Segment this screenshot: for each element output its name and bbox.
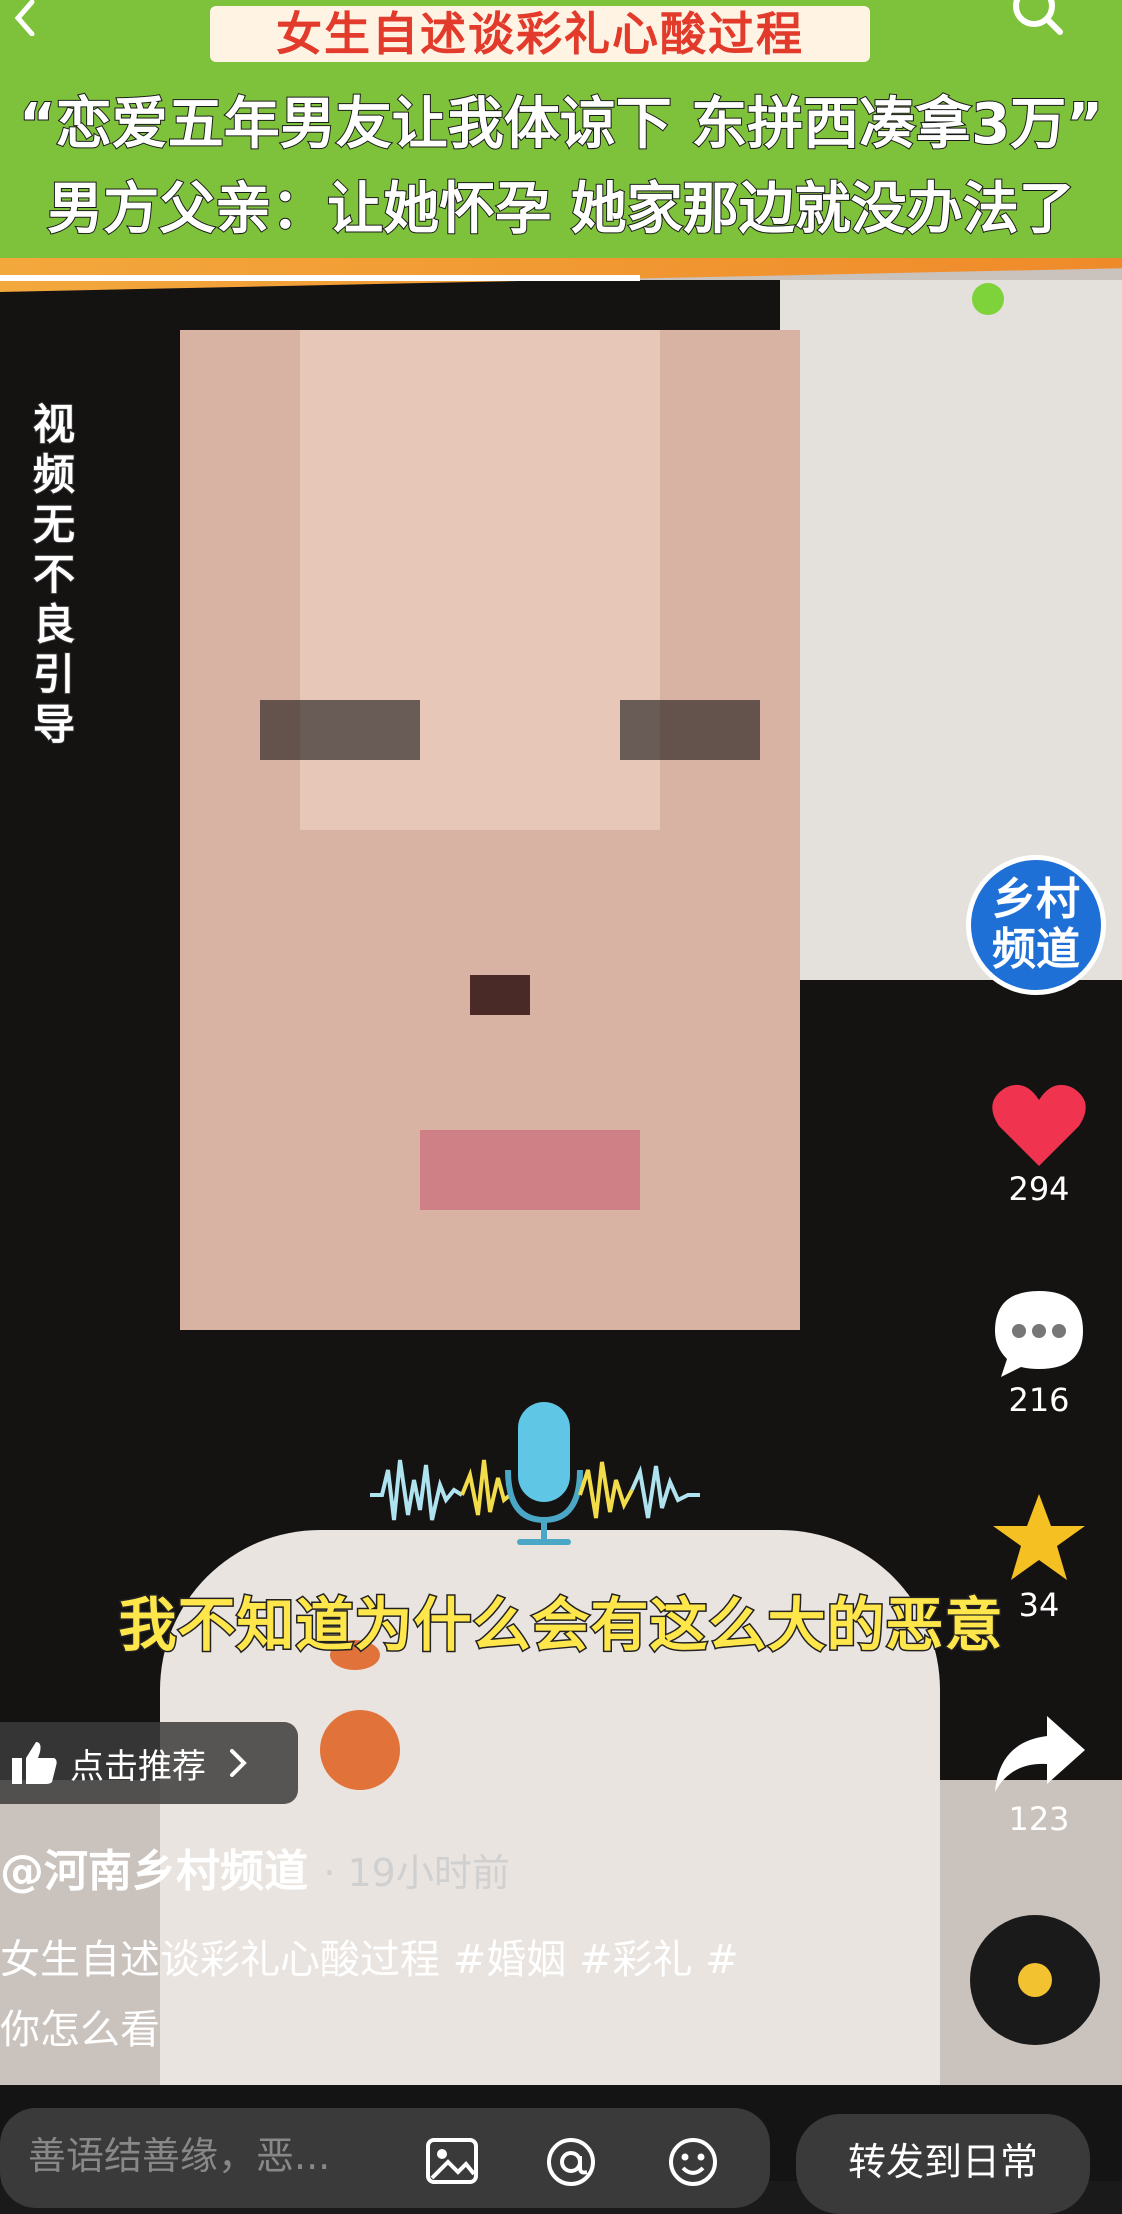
banner-line-1: “恋爱五年男友让我体谅下 东拼西凑拿3万” bbox=[18, 91, 1104, 158]
mosaic-mouth bbox=[420, 1130, 640, 1210]
shirt-dot bbox=[320, 1710, 400, 1790]
share-icon bbox=[995, 1716, 1085, 1792]
like-button[interactable]: 294 bbox=[984, 1080, 1094, 1208]
back-icon[interactable] bbox=[8, 0, 44, 36]
like-count: 294 bbox=[1008, 1170, 1070, 1208]
recommend-label: 点击推荐 bbox=[70, 1746, 206, 1787]
post-time: 19小时前 bbox=[347, 1851, 510, 1895]
star-icon bbox=[993, 1494, 1085, 1580]
comment-button[interactable]: 216 bbox=[984, 1285, 1094, 1419]
banner-line-2: 男方父亲：让她怀孕 她家那边就没办法了 bbox=[46, 176, 1076, 243]
description-line-2: 你怎么看 bbox=[0, 2007, 160, 2053]
video-progress-bar[interactable] bbox=[0, 275, 640, 281]
mosaic-eye-left bbox=[260, 700, 420, 760]
emoji-icon[interactable] bbox=[665, 2134, 721, 2190]
comment-count: 216 bbox=[1008, 1381, 1070, 1419]
title-banner: 女生自述谈彩礼心酸过程 “恋爱五年男友让我体谅下 东拼西凑拿3万” 男方父亲：让… bbox=[0, 0, 1122, 258]
recommend-button[interactable]: 点击推荐 bbox=[0, 1722, 298, 1804]
music-disc-icon[interactable] bbox=[970, 1915, 1100, 2045]
share-button[interactable]: 123 bbox=[984, 1710, 1094, 1838]
video-subtitle: 我不知道为什么会有这么大的恶意 bbox=[117, 1590, 1004, 1661]
search-icon[interactable] bbox=[1004, 0, 1064, 44]
chevron-right-icon bbox=[230, 1749, 247, 1777]
mosaic-eye-right bbox=[620, 700, 760, 760]
at-icon[interactable] bbox=[543, 2134, 599, 2190]
status-dot bbox=[972, 283, 1004, 315]
author-name[interactable]: @河南乡村频道 bbox=[0, 1846, 308, 1897]
channel-avatar[interactable]: 乡村 频道 bbox=[966, 855, 1106, 995]
forward-button[interactable]: 转发到日常 bbox=[796, 2114, 1090, 2214]
share-count: 123 bbox=[1008, 1800, 1070, 1838]
favorite-count: 34 bbox=[1018, 1586, 1060, 1624]
vertical-watermark: 视频无不良引导 bbox=[32, 399, 76, 750]
mosaic-nose bbox=[470, 975, 530, 1015]
comment-input[interactable]: 善语结善缘，恶... bbox=[0, 2108, 770, 2208]
post-description[interactable]: 女生自述谈彩礼心酸过程 #婚姻 #彩礼 # 你怎么看 bbox=[0, 1925, 860, 2065]
description-line-1: 女生自述谈彩礼心酸过程 #婚姻 #彩礼 # bbox=[0, 1937, 739, 1983]
avatar-line-1: 乡村 bbox=[992, 874, 1080, 925]
banner-title: 女生自述谈彩礼心酸过程 bbox=[210, 6, 870, 62]
microphone-icon bbox=[370, 1402, 700, 1545]
image-icon[interactable] bbox=[424, 2134, 480, 2190]
comment-icon bbox=[995, 1291, 1083, 1377]
thumbs-up-icon bbox=[12, 1742, 57, 1784]
heart-icon bbox=[992, 1084, 1086, 1166]
avatar-line-2: 频道 bbox=[992, 924, 1080, 975]
post-meta: @河南乡村频道 · 19小时前 bbox=[0, 1846, 510, 1897]
favorite-button[interactable]: 34 bbox=[984, 1490, 1094, 1624]
